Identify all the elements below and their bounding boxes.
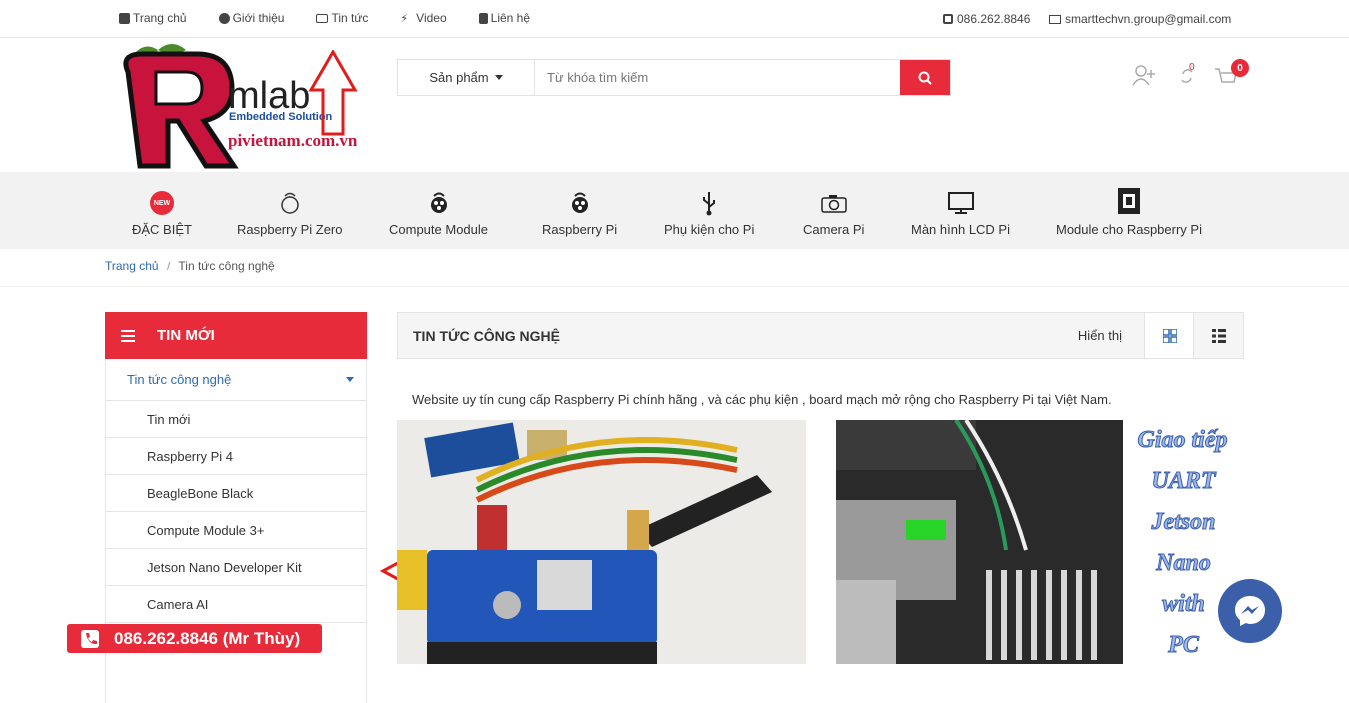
info-icon [218,12,230,24]
search-input[interactable] [535,60,900,95]
nav-home[interactable]: Trang chủ [119,11,187,25]
mail-icon [1049,14,1061,24]
caret-down-icon [346,377,354,382]
nav-contact[interactable]: Liên hệ [478,11,530,25]
category-accessories[interactable]: Phụ kiện cho Pi [664,190,754,237]
contact-icon [478,12,488,24]
sidebar-item[interactable]: Raspberry Pi 4 [106,438,366,475]
breadcrumb-home[interactable]: Trang chủ [105,259,159,273]
cart-count-badge: 0 [1231,59,1249,77]
breadcrumb-current: Tin tức công nghệ [178,259,275,273]
monitor-icon [947,192,974,214]
top-phone[interactable]: 086.262.8846 [943,12,1030,26]
article-photo [397,420,806,664]
top-email[interactable]: smarttechvn.group@gmail.com [1049,12,1231,26]
grid-icon [1162,328,1177,343]
list-icon [1211,328,1226,343]
category-special[interactable]: NEW ĐẶC BIỆT [132,190,192,237]
category-camera[interactable]: Camera Pi [803,190,864,237]
page-description: Website uy tín cung cấp Raspberry Pi chí… [412,392,1112,407]
category-bar: NEW ĐẶC BIỆT Raspberry Pi Zero Compute M… [0,172,1349,249]
top-bar: Trang chủ Giới thiệu Tin tức ⚡ Video Liên… [0,0,1349,38]
sidebar-item[interactable]: Camera AI [106,586,366,623]
raspberry-icon [571,192,588,213]
category-pi-zero[interactable]: Raspberry Pi Zero [237,190,342,237]
display-label: Hiển thị [1077,328,1122,343]
main-content: TIN TỨC CÔNG NGHỆ Hiển thị [397,312,1244,359]
camera-icon [820,195,847,213]
annotation-arrow-up-icon [308,50,358,136]
sidebar-item[interactable]: BeagleBone Black [106,475,366,512]
search-icon [918,71,932,85]
category-modules[interactable]: Module cho Raspberry Pi [1056,188,1202,237]
search-button[interactable] [900,60,950,95]
news-icon [316,13,329,23]
article-image-sim7020x[interactable] [397,420,806,664]
raspberry-icon [430,192,447,213]
sidebar-section-tech-news[interactable]: Tin tức công nghệ [106,359,366,401]
nav-about[interactable]: Giới thiệu [218,11,284,25]
search-bar: Sản phẩm [397,59,951,96]
home-icon [119,12,130,24]
nav-news[interactable]: Tin tức [316,11,368,25]
bolt-icon: ⚡ [400,12,409,25]
category-raspberry-pi[interactable]: Raspberry Pi [542,190,617,237]
divider [0,286,1349,287]
list-view-button[interactable] [1193,313,1243,358]
article-image-jetson-uart[interactable]: Giao tiếp UART Jetson Nano with PC [836,420,1244,664]
breadcrumb-separator: / [166,259,171,273]
caret-down-icon [494,75,503,80]
compare-count: 0 [1189,62,1195,73]
search-category-select[interactable]: Sản phẩm [398,60,535,95]
top-nav: Trang chủ Giới thiệu Tin tức ⚡ Video Liên… [119,11,562,25]
phone-icon [81,629,99,648]
messenger-chat-button[interactable] [1218,579,1282,643]
account-button[interactable] [1132,64,1156,91]
sidebar-item[interactable]: Jetson Nano Developer Kit [106,549,366,586]
nav-video[interactable]: ⚡ Video [400,11,446,25]
menu-icon [121,329,135,342]
usb-icon [703,192,716,216]
sidebar-header: TIN MỚI [105,312,367,359]
header: mlab Embedded Solution pivietnam.com.vn … [0,38,1349,172]
user-add-icon [1132,65,1155,86]
compare-button[interactable]: 0 [1180,62,1195,89]
new-badge-icon: NEW [149,191,174,215]
phone-icon [943,14,953,24]
category-lcd[interactable]: Màn hình LCD Pi [911,190,1010,237]
breadcrumb: Trang chủ / Tin tức công nghệ [105,259,275,273]
chip-icon [1117,188,1140,214]
messenger-icon [1235,596,1265,626]
category-compute-module[interactable]: Compute Module [389,190,488,237]
content-toolbar: TIN TỨC CÔNG NGHỆ Hiển thị [397,312,1244,359]
page-title: TIN TỨC CÔNG NGHỆ [413,327,560,344]
hotline-button[interactable]: 086.262.8846 (Mr Thùy) [67,624,322,653]
sidebar-item[interactable]: Compute Module 3+ [106,512,366,549]
sidebar-item[interactable]: Tin mới [106,401,366,438]
grid-view-button[interactable] [1144,313,1194,358]
raspberry-outline-icon [280,192,299,214]
